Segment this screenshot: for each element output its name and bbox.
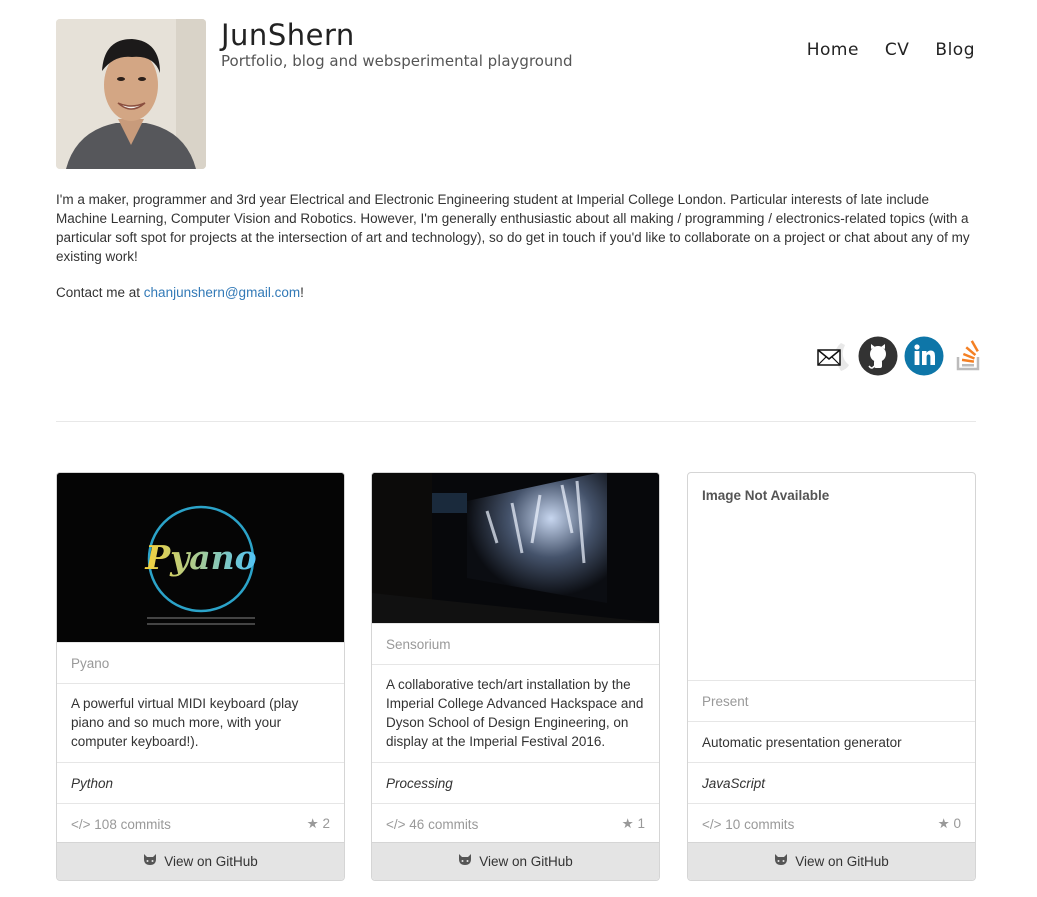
stars-info: ★ 2 [307, 816, 330, 832]
star-icon: ★ [306, 816, 319, 831]
star-icon: ★ [937, 816, 950, 831]
commit-count: 10 commits [725, 816, 795, 832]
profile-photo [56, 19, 206, 169]
project-card-present: Image Not Available Present Automatic pr… [687, 472, 976, 881]
code-icon: </> [386, 816, 406, 832]
contact-email-link[interactable]: chanjunshern@gmail.com [144, 285, 300, 300]
contact-prefix: Contact me at [56, 285, 144, 300]
bio-section: I'm a maker, programmer and 3rd year Ele… [56, 190, 978, 266]
project-image-placeholder: Image Not Available [688, 473, 975, 680]
view-on-github-button[interactable]: View on GitHub [688, 842, 975, 880]
commits-info: </> 46 commits [386, 817, 478, 832]
section-divider [56, 421, 976, 422]
project-card-sensorium: Sensorium A collaborative tech/art insta… [371, 472, 660, 881]
linkedin-icon[interactable] [904, 336, 944, 376]
email-icon[interactable] [812, 336, 852, 376]
project-language: JavaScript [688, 762, 975, 803]
project-description: A collaborative tech/art installation by… [372, 664, 659, 762]
view-on-github-button[interactable]: View on GitHub [57, 842, 344, 880]
project-name: Present [688, 680, 975, 721]
project-stats: </> 108 commits ★ 2 [57, 803, 344, 844]
project-language: Processing [372, 762, 659, 803]
project-image-sensorium [372, 473, 659, 623]
social-links [812, 336, 990, 376]
site-title: JunShern [221, 18, 355, 52]
nav-home[interactable]: Home [807, 40, 859, 60]
view-on-github-label: View on GitHub [164, 854, 258, 869]
image-not-available-text: Image Not Available [702, 488, 830, 503]
contact-suffix: ! [300, 285, 304, 300]
nav-cv[interactable]: CV [885, 40, 910, 60]
project-description: Automatic presentation generator [688, 721, 975, 762]
commit-count: 46 commits [409, 816, 479, 832]
project-name: Pyano [57, 642, 344, 683]
view-on-github-label: View on GitHub [795, 854, 889, 869]
stackoverflow-icon[interactable] [950, 336, 990, 376]
stars-info: ★ 1 [622, 816, 645, 832]
project-stats: </> 10 commits ★ 0 [688, 803, 975, 844]
project-language: Python [57, 762, 344, 803]
github-icon[interactable] [858, 336, 898, 376]
project-name: Sensorium [372, 623, 659, 664]
project-image-pyano: Pyano [57, 473, 344, 642]
stars-info: ★ 0 [938, 816, 961, 832]
project-card-pyano: Pyano Pyano A powerful virtual MIDI keyb… [56, 472, 345, 881]
star-count: 0 [953, 816, 961, 831]
commit-count: 108 commits [94, 816, 171, 832]
main-nav: Home CV Blog [807, 40, 975, 60]
project-stats: </> 46 commits ★ 1 [372, 803, 659, 844]
github-octocat-icon [143, 854, 157, 869]
star-count: 1 [637, 816, 645, 831]
project-description: A powerful virtual MIDI keyboard (play p… [57, 683, 344, 762]
nav-blog[interactable]: Blog [935, 40, 975, 60]
pyano-logo-text: Pyano [144, 538, 256, 577]
github-octocat-icon [458, 854, 472, 869]
commits-info: </> 108 commits [71, 817, 171, 832]
bio-text: I'm a maker, programmer and 3rd year Ele… [56, 192, 970, 264]
site-tagline: Portfolio, blog and websperimental playg… [221, 52, 573, 70]
code-icon: </> [702, 816, 722, 832]
view-on-github-label: View on GitHub [479, 854, 573, 869]
commits-info: </> 10 commits [702, 817, 794, 832]
code-icon: </> [71, 816, 91, 832]
star-icon: ★ [621, 816, 634, 831]
contact-line: Contact me at chanjunshern@gmail.com! [56, 285, 304, 300]
star-count: 2 [322, 816, 330, 831]
view-on-github-button[interactable]: View on GitHub [372, 842, 659, 880]
github-octocat-icon [774, 854, 788, 869]
